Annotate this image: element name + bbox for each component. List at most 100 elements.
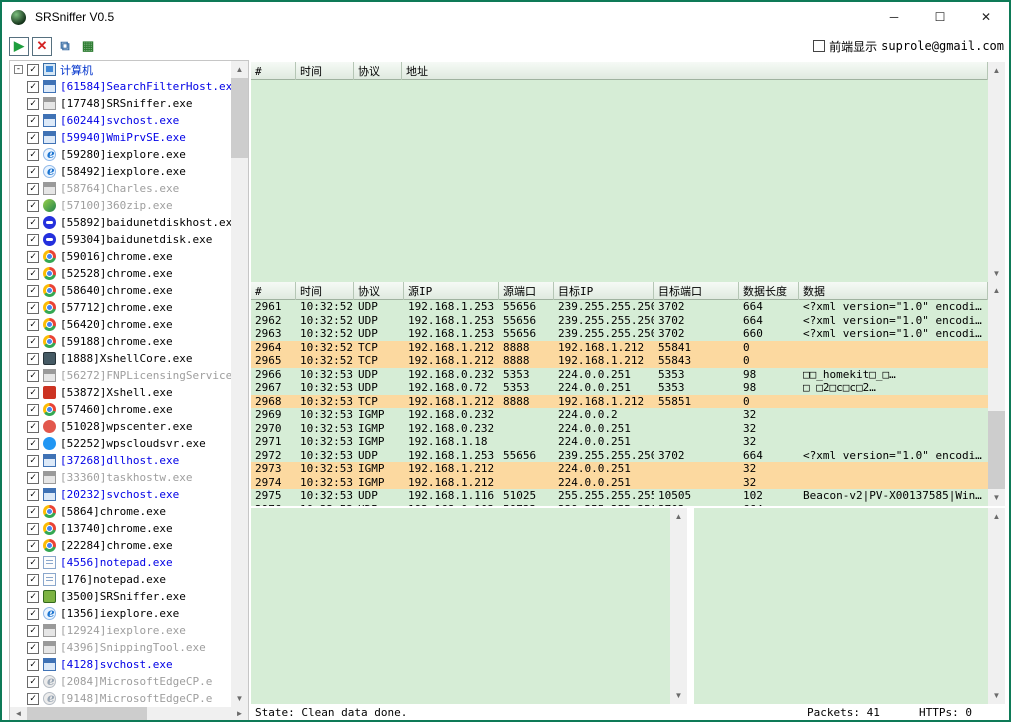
tree-item[interactable]: ✓[53872]Xshell.exe — [10, 384, 231, 401]
packet-row[interactable]: 296310:32:52UDP192.168.1.25355656239.255… — [251, 327, 988, 341]
process-checkbox[interactable]: ✓ — [27, 166, 39, 178]
tree-item[interactable]: ✓[20232]svchost.exe — [10, 486, 231, 503]
process-checkbox[interactable]: ✓ — [27, 455, 39, 467]
scroll-down-icon[interactable]: ▼ — [988, 687, 1005, 704]
tree-vertical-scrollbar[interactable]: ▲ ▼ — [231, 61, 248, 707]
tree-item[interactable]: ✓[9148]MicrosoftEdgeCP.e — [10, 690, 231, 707]
minimize-button[interactable]: ─ — [871, 2, 917, 32]
packet-row[interactable]: 296410:32:52TCP192.168.1.2128888192.168.… — [251, 341, 988, 355]
hex-vertical-scrollbar[interactable]: ▲ ▼ — [670, 508, 687, 704]
packet-row[interactable]: 297010:32:53IGMP192.168.0.232224.0.0.251… — [251, 422, 988, 436]
packet-row[interactable]: 297110:32:53IGMP192.168.1.18224.0.0.2513… — [251, 435, 988, 449]
process-checkbox[interactable]: ✓ — [27, 557, 39, 569]
process-checkbox[interactable]: ✓ — [27, 540, 39, 552]
column-header[interactable]: 数据长度 — [739, 282, 799, 300]
tree-item[interactable]: ✓[57460]chrome.exe — [10, 401, 231, 418]
tree-item[interactable]: ✓[2084]MicrosoftEdgeCP.e — [10, 673, 231, 690]
process-checkbox[interactable]: ✓ — [27, 608, 39, 620]
process-checkbox[interactable]: ✓ — [27, 149, 39, 161]
process-checkbox[interactable]: ✓ — [27, 472, 39, 484]
tree-item[interactable]: ✓[22284]chrome.exe — [10, 537, 231, 554]
packet-row[interactable]: 296910:32:53IGMP192.168.0.232224.0.0.232 — [251, 408, 988, 422]
packet-row[interactable]: 297610:32:53UDP192.168.0.10350732239.255… — [251, 503, 988, 507]
packet-row[interactable]: 296110:32:52UDP192.168.1.25355656239.255… — [251, 300, 988, 314]
front-display-checkbox[interactable] — [813, 40, 825, 52]
tree-item[interactable]: ✓[59016]chrome.exe — [10, 248, 231, 265]
packet-row[interactable]: 296510:32:52TCP192.168.1.2128888192.168.… — [251, 354, 988, 368]
column-header[interactable]: 协议 — [354, 62, 402, 80]
tree-item[interactable]: ✓[59280]iexplore.exe — [10, 146, 231, 163]
process-checkbox[interactable]: ✓ — [27, 625, 39, 637]
root-checkbox[interactable]: ✓ — [27, 64, 39, 76]
process-checkbox[interactable]: ✓ — [27, 268, 39, 280]
start-capture-icon[interactable]: ▶ — [9, 37, 29, 56]
scroll-down-icon[interactable]: ▼ — [231, 690, 248, 707]
scroll-right-icon[interactable]: ► — [231, 707, 248, 720]
process-checkbox[interactable]: ✓ — [27, 642, 39, 654]
tree-item[interactable]: ✓[3500]SRSniffer.exe — [10, 588, 231, 605]
packet-vscroll-thumb[interactable] — [988, 411, 1005, 489]
tree-item[interactable]: ✓[58640]chrome.exe — [10, 282, 231, 299]
process-checkbox[interactable]: ✓ — [27, 217, 39, 229]
scroll-up-icon[interactable]: ▲ — [231, 61, 248, 78]
process-checkbox[interactable]: ✓ — [27, 98, 39, 110]
tree-item[interactable]: ✓[5864]chrome.exe — [10, 503, 231, 520]
tree-item[interactable]: ✓[55892]baidunetdiskhost.ex — [10, 214, 231, 231]
tree-item[interactable]: ✓[12924]iexplore.exe — [10, 622, 231, 639]
process-checkbox[interactable]: ✓ — [27, 251, 39, 263]
tree-item[interactable]: ✓[56272]FNPLicensingService — [10, 367, 231, 384]
tree-item[interactable]: ✓[37268]dllhost.exe — [10, 452, 231, 469]
process-checkbox[interactable]: ✓ — [27, 285, 39, 297]
tree-item[interactable]: ✓[60244]svchost.exe — [10, 112, 231, 129]
tree-item[interactable]: ✓[58492]iexplore.exe — [10, 163, 231, 180]
process-checkbox[interactable]: ✓ — [27, 183, 39, 195]
packet-row[interactable]: 297210:32:53UDP192.168.1.25355656239.255… — [251, 449, 988, 463]
process-checkbox[interactable]: ✓ — [27, 115, 39, 127]
tree-item[interactable]: ✓[13740]chrome.exe — [10, 520, 231, 537]
packet-row[interactable]: 296710:32:53UDP192.168.0.725353224.0.0.2… — [251, 381, 988, 395]
tree-item[interactable]: ✓[57712]chrome.exe — [10, 299, 231, 316]
scroll-up-icon[interactable]: ▲ — [670, 508, 687, 525]
process-checkbox[interactable]: ✓ — [27, 200, 39, 212]
process-checkbox[interactable]: ✓ — [27, 438, 39, 450]
column-header[interactable]: 目标IP — [554, 282, 654, 300]
process-checkbox[interactable]: ✓ — [27, 81, 39, 93]
tree-item[interactable]: ✓[52252]wpscloudsvr.exe — [10, 435, 231, 452]
process-checkbox[interactable]: ✓ — [27, 302, 39, 314]
process-checkbox[interactable]: ✓ — [27, 506, 39, 518]
column-header[interactable]: 目标端口 — [654, 282, 739, 300]
window-capture-icon[interactable]: ⧉ — [55, 37, 75, 56]
filter-settings-icon[interactable]: ▦ — [78, 37, 98, 56]
tree-item[interactable]: ✓[52528]chrome.exe — [10, 265, 231, 282]
tree-item[interactable]: ✓[57100]360zip.exe — [10, 197, 231, 214]
process-checkbox[interactable]: ✓ — [27, 353, 39, 365]
process-checkbox[interactable]: ✓ — [27, 319, 39, 331]
column-header[interactable]: 源IP — [404, 282, 499, 300]
column-header[interactable]: # — [251, 62, 296, 80]
collapse-icon[interactable]: - — [14, 65, 23, 74]
connection-table-body[interactable] — [251, 80, 988, 282]
maximize-button[interactable]: ☐ — [917, 2, 963, 32]
column-header[interactable]: 数据 — [799, 282, 988, 300]
close-button[interactable]: ✕ — [963, 2, 1009, 32]
tree-item[interactable]: ✓[58764]Charles.exe — [10, 180, 231, 197]
connection-vertical-scrollbar[interactable]: ▲ ▼ — [988, 62, 1005, 282]
tree-root[interactable]: - ✓ 计算机 — [10, 61, 231, 78]
tree-item[interactable]: ✓[17748]SRSniffer.exe — [10, 95, 231, 112]
packet-row[interactable]: 296610:32:53UDP192.168.0.2325353224.0.0.… — [251, 368, 988, 382]
column-header[interactable]: # — [251, 282, 296, 300]
scroll-up-icon[interactable]: ▲ — [988, 282, 1005, 299]
tree-item[interactable]: ✓[59940]WmiPrvSE.exe — [10, 129, 231, 146]
process-checkbox[interactable]: ✓ — [27, 489, 39, 501]
scroll-down-icon[interactable]: ▼ — [988, 265, 1005, 282]
process-checkbox[interactable]: ✓ — [27, 132, 39, 144]
packet-row[interactable]: 297410:32:53IGMP192.168.1.212224.0.0.251… — [251, 476, 988, 490]
process-checkbox[interactable]: ✓ — [27, 387, 39, 399]
tree-item[interactable]: ✓[4128]svchost.exe — [10, 656, 231, 673]
tree-item[interactable]: ✓[61584]SearchFilterHost.ex — [10, 78, 231, 95]
column-header[interactable]: 源端口 — [499, 282, 554, 300]
text-vertical-scrollbar[interactable]: ▲ ▼ — [988, 508, 1005, 704]
text-view-content[interactable] — [694, 508, 988, 704]
process-checkbox[interactable]: ✓ — [27, 574, 39, 586]
process-checkbox[interactable]: ✓ — [27, 693, 39, 705]
